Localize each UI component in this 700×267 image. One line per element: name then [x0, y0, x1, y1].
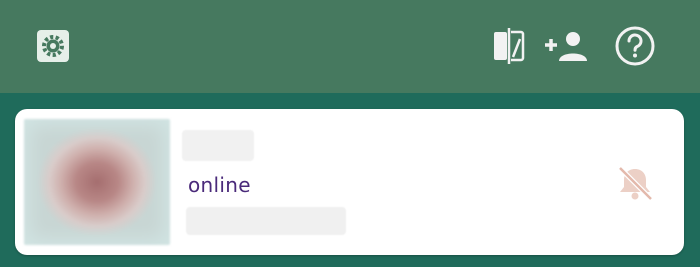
top-toolbar: [0, 0, 700, 93]
contact-subtitle-blurred: [186, 207, 346, 235]
settings-icon[interactable]: [33, 26, 73, 66]
contact-status: online: [188, 173, 251, 197]
avatar[interactable]: [24, 119, 170, 245]
help-icon[interactable]: [613, 24, 657, 68]
contact-name-blurred: [182, 130, 254, 161]
contact-card[interactable]: online: [15, 109, 684, 255]
notifications-off-icon[interactable]: [615, 163, 655, 203]
swap-panels-icon[interactable]: [488, 25, 530, 67]
add-contact-icon[interactable]: [544, 25, 590, 67]
